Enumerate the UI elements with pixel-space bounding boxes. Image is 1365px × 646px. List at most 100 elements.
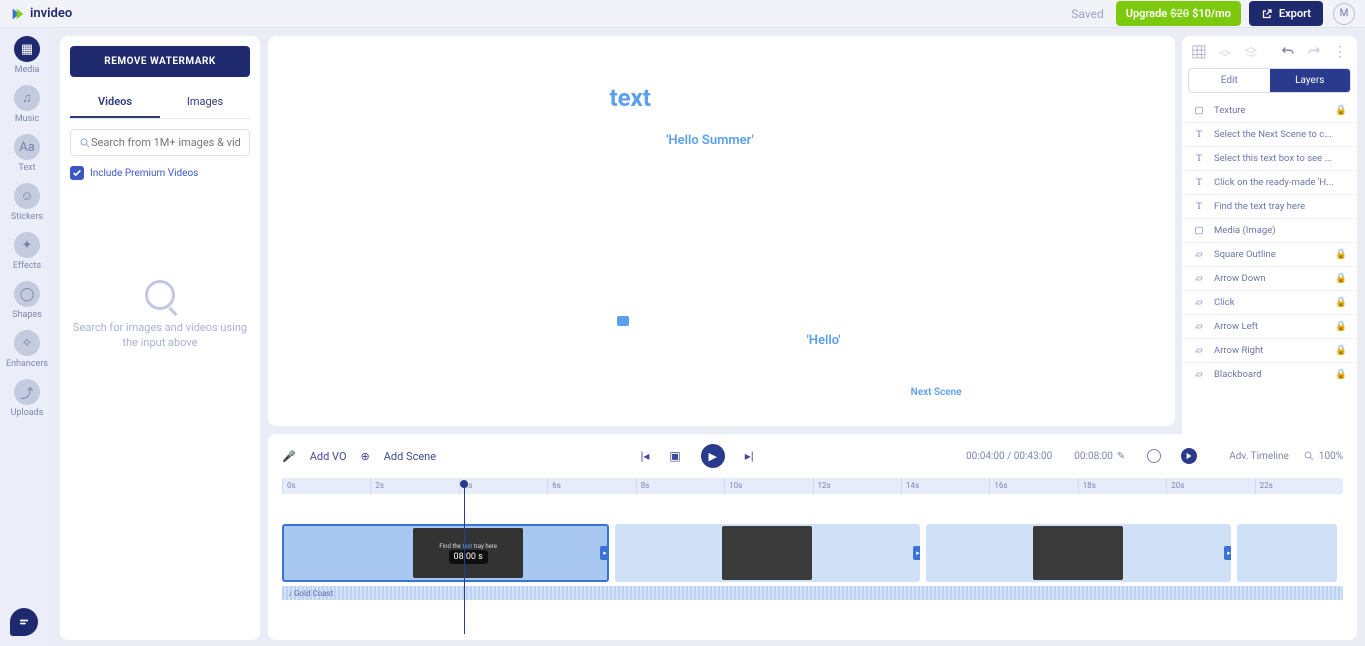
ruler-tick: 4s [459,478,547,494]
chat-bubble-icon[interactable] [10,608,38,636]
stage[interactable]: Find the text tray here ✦ Click on the r… [417,56,1027,406]
redo-icon[interactable] [1307,44,1321,60]
skip-forward-icon[interactable]: ▸| [745,449,754,463]
layer-label: Square Outline [1214,249,1276,260]
adv-timeline-link[interactable]: Adv. Timeline [1229,451,1289,462]
checkbox-icon [70,166,84,180]
zoom-icon [1303,450,1315,462]
layer-row[interactable]: ▱Click🔒 [1182,290,1357,314]
scene-thumb [1033,526,1123,580]
layer-row[interactable]: ▱Arrow Left🔒 [1182,314,1357,338]
tab-layers[interactable]: Layers [1270,69,1351,92]
add-vo-button[interactable]: Add VO [310,450,347,463]
empty-state: Search for images and videos using the i… [70,280,250,351]
ruler-tick: 2s [370,478,458,494]
music-icon: ♫ [14,85,40,111]
stage-heading: Find the text tray here [517,84,753,113]
export-button[interactable]: Export [1249,1,1323,26]
logo-text: invideo [30,6,72,21]
frame-icon[interactable]: ▣ [669,449,680,463]
left-rail: ▦Media ♫Music AaText ☺Stickers ✦Effects ◯Shap… [0,28,54,646]
scene-duration-badge: 08:00 s [449,550,488,564]
preview-button[interactable] [1181,448,1197,464]
grid-icon[interactable] [1192,44,1206,60]
search-input[interactable] [91,136,241,149]
rail-item-stickers[interactable]: ☺Stickers [0,183,54,222]
stage-right-text: Select this text box to see edit propert… [662,292,900,351]
rail-label: Uploads [11,408,44,418]
pencil-icon: ✎ [1117,451,1125,462]
layer-label: Find the text tray here [1214,201,1305,212]
layer-row[interactable]: ▱Arrow Down🔒 [1182,266,1357,290]
scene-clip[interactable] [1237,524,1337,582]
rail-label: Enhancers [6,359,48,369]
transition-icon[interactable]: ▸ [913,546,920,560]
clock-icon[interactable] [1147,449,1161,463]
layer-row[interactable]: TSelect the Next Scene to c... [1182,122,1357,146]
ruler[interactable]: 0s2s4s6s8s10s12s14s16s18s20s22s [282,478,1343,494]
layer-row[interactable]: ▱Arrow Right🔒 [1182,338,1357,362]
tab-images[interactable]: Images [160,87,250,118]
layer-row[interactable]: TClick on the ready-made 'H... [1182,170,1357,194]
playhead[interactable] [464,480,465,634]
media-tabs: Videos Images [70,87,250,119]
layer-type-icon: ▱ [1192,321,1206,332]
fx-icon: ✦ [14,232,40,258]
rail-item-shapes[interactable]: ◯Shapes [0,281,54,320]
timecode-scene[interactable]: 00:08:00✎ [1074,451,1125,462]
tab-videos[interactable]: Videos [70,87,160,118]
ruler-tick: 22s [1255,478,1343,494]
layer-label: Click [1214,297,1235,308]
add-scene-button[interactable]: Add Scene [384,450,436,463]
play-button[interactable]: ▶ [701,444,725,468]
scene-clip[interactable]: ▸ [926,524,1231,582]
audio-track[interactable]: ♪ Gold Coast [282,586,1343,600]
tab-edit[interactable]: Edit [1189,69,1270,92]
more-icon[interactable]: ⋮ [1333,44,1347,60]
skip-back-icon[interactable]: |◂ [640,449,649,463]
lock-icon: 🔒 [1335,321,1347,332]
rail-label: Media [15,65,40,75]
undo-icon[interactable] [1281,44,1295,60]
layer-row[interactable]: ▢Texture🔒 [1182,99,1357,122]
layer-label: Arrow Right [1214,345,1263,356]
scene-clip[interactable]: Find the text tray here 08:00 s ▸ [282,524,609,582]
remove-watermark-button[interactable]: REMOVE WATERMARK [70,46,250,77]
layer-type-icon: T [1192,154,1206,164]
squiggle-arrow-icon [959,246,999,326]
ruler-tick: 8s [636,478,724,494]
rail-item-enhancers[interactable]: ✧Enhancers [0,330,54,369]
logo[interactable]: invideo [10,6,72,22]
rail-label: Text [18,163,35,173]
layer-row[interactable]: ▢Media (Image) [1182,218,1357,242]
rail-item-media[interactable]: ▦Media [0,36,54,75]
search-input-wrapper[interactable] [70,129,250,156]
stage-subtext: Click on the ready-made 'Hello Summer' t… [522,132,754,168]
transition-icon[interactable]: ▸ [1224,546,1231,560]
rail-item-effects[interactable]: ✦Effects [0,232,54,271]
layer-row[interactable]: TSelect this text box to see ... [1182,146,1357,170]
avatar[interactable]: M [1333,3,1355,25]
premium-checkbox-row[interactable]: Include Premium Videos [70,166,250,180]
layer-up-icon[interactable] [1218,44,1232,60]
rail-item-music[interactable]: ♫Music [0,85,54,124]
rail-label: Shapes [12,310,42,320]
canvas-area: Find the text tray here ✦ Click on the r… [268,36,1175,426]
zoom-control[interactable]: 100% [1303,450,1343,462]
upgrade-button[interactable]: Upgrade $20 $10/mo [1116,1,1241,26]
rail-item-uploads[interactable]: ⤴Uploads [0,379,54,418]
layer-row[interactable]: ▱Square Outline🔒 [1182,242,1357,266]
transition-icon[interactable]: ▸ [600,546,609,560]
arrow-left-icon [442,78,502,108]
layer-row[interactable]: TFind the text tray here [1182,194,1357,218]
layer-down-icon[interactable] [1244,44,1258,60]
ruler-wrap[interactable]: 0s2s4s6s8s10s12s14s16s18s20s22s Find the… [282,478,1343,600]
layer-type-icon: ▢ [1192,225,1206,236]
layer-label: Blackboard [1214,369,1262,380]
scene-clip[interactable]: ▸ [615,524,920,582]
chevron-down-icon: ▾ [852,387,857,398]
layer-row[interactable]: ▱Blackboard🔒 [1182,362,1357,386]
rail-item-text[interactable]: AaText [0,134,54,173]
rail-label: Stickers [11,212,43,222]
media-panel: REMOVE WATERMARK Videos Images Include P… [60,36,260,640]
